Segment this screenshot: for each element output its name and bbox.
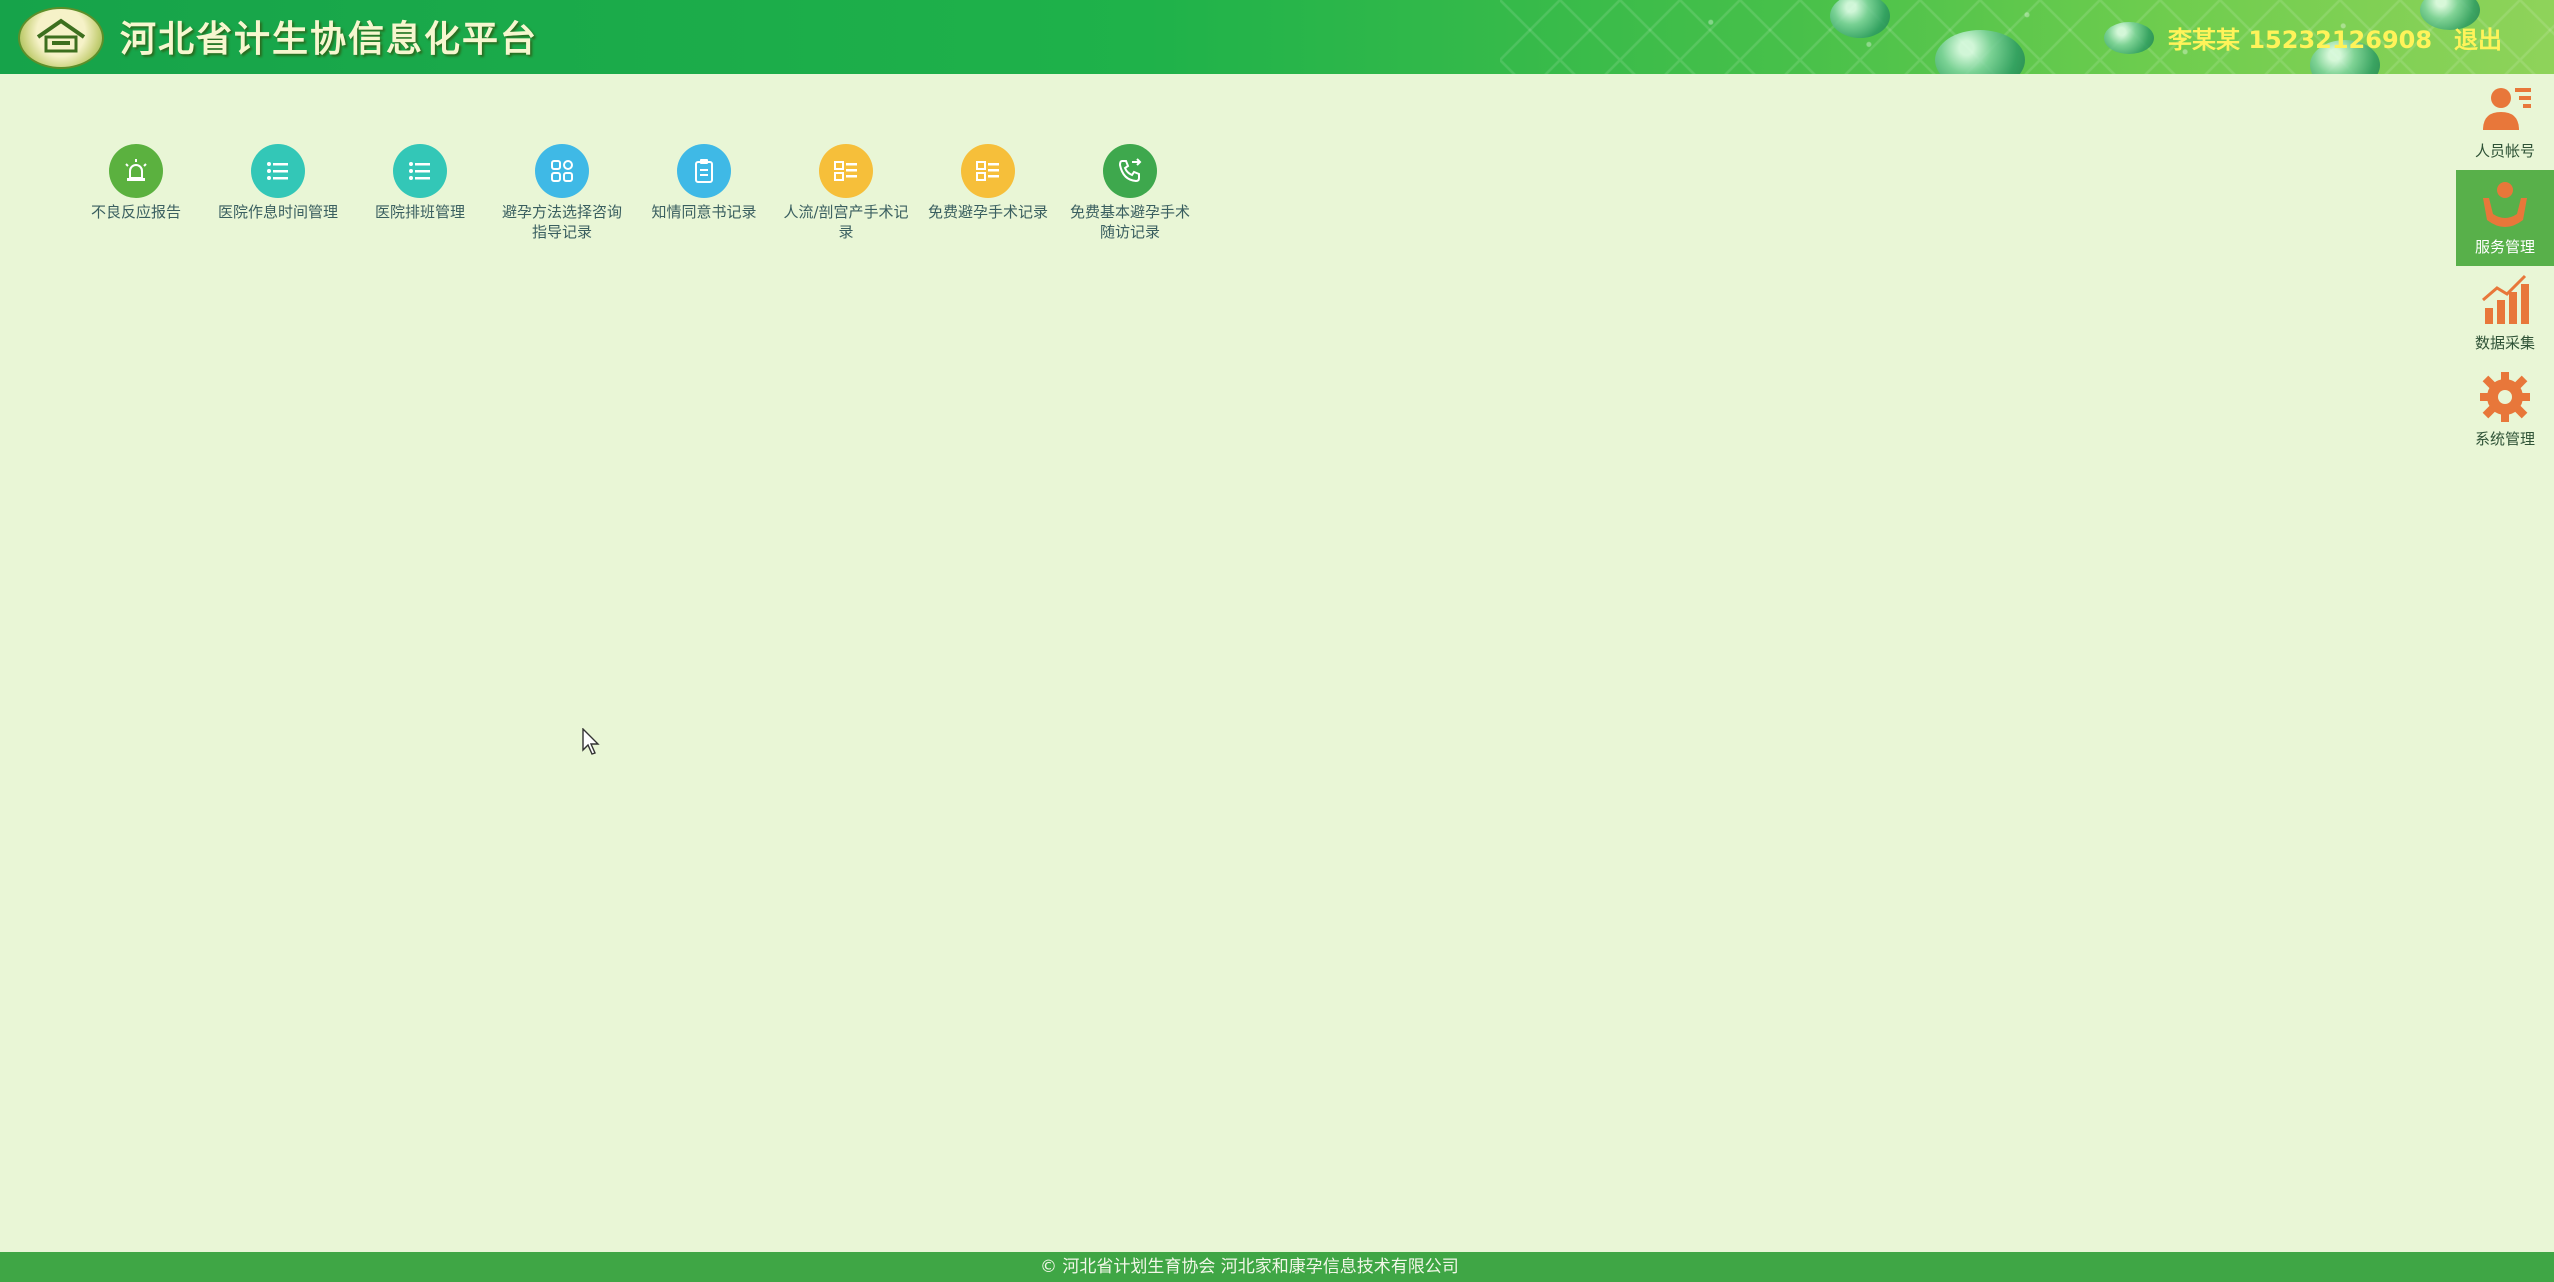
sidebar-item-service[interactable]: 服务管理 (2456, 170, 2554, 266)
page-title: 河北省计生协信息化平台 (120, 19, 539, 60)
logout-button[interactable]: 退出 (2454, 20, 2502, 55)
grid-icon (535, 144, 589, 198)
grid-item-label: 避孕方法选择咨询指导记录 (501, 203, 622, 241)
list-icon (393, 144, 447, 198)
clipboard-icon (677, 144, 731, 198)
grid-item-label: 知情同意书记录 (651, 203, 757, 221)
grid-item-label: 医院排班管理 (374, 203, 465, 221)
grid-item-label: 医院作息时间管理 (217, 203, 338, 221)
sidebar-label: 系统管理 (2474, 430, 2535, 448)
grid-item-shift-management[interactable]: 医院排班管理 (356, 144, 484, 222)
grid-item-abortion-record[interactable]: 人流/剖宫产手术记录 (782, 144, 910, 242)
phone-icon (1103, 144, 1157, 198)
grid-item-label: 不良反应报告 (90, 203, 181, 221)
grid-item-followup-record[interactable]: 免费基本避孕手术随访记录 (1066, 144, 1194, 242)
user-account-icon (2483, 88, 2531, 130)
grid-item-label: 免费基本避孕手术随访记录 (1069, 203, 1190, 241)
sidebar-item-accounts[interactable]: 人员帐号 (2456, 74, 2554, 170)
house-icon (36, 18, 86, 53)
footer: © 河北省计划生育协会 河北家和康孕信息技术有限公司 (0, 1252, 2554, 1282)
footer-copyright: © 河北省计划生育协会 河北家和康孕信息技术有限公司 (1040, 1257, 1459, 1277)
sidebar-label: 数据采集 (2474, 334, 2535, 352)
grid-item-label: 人流/剖宫产手术记录 (783, 203, 909, 241)
grid-item-work-schedule[interactable]: 医院作息时间管理 (214, 144, 342, 222)
bar-chart-icon (2482, 274, 2529, 324)
sidebar-label: 人员帐号 (2474, 142, 2535, 160)
user-info: 李某某 15232126908 (2168, 26, 2433, 54)
grid-item-adverse-reaction[interactable]: 不良反应报告 (72, 144, 200, 222)
list-icon (251, 144, 305, 198)
gear-icon (2480, 372, 2530, 422)
record-icon (819, 144, 873, 198)
app-logo (18, 7, 104, 69)
grid-item-contraception-consult[interactable]: 避孕方法选择咨询指导记录 (498, 144, 626, 242)
sidebar-label: 服务管理 (2474, 238, 2535, 256)
sidebar-item-data-collection[interactable]: 数据采集 (2456, 266, 2554, 362)
top-header: 河北省计生协信息化平台 李某某 15232126908 退出 (0, 0, 2554, 74)
grid-item-free-surgery-record[interactable]: 免费避孕手术记录 (924, 144, 1052, 222)
grid-item-consent-record[interactable]: 知情同意书记录 (640, 144, 768, 222)
service-hands-icon (2483, 182, 2527, 227)
mouse-cursor-icon (582, 728, 600, 755)
alarm-icon (109, 144, 163, 198)
sidebar-item-system[interactable]: 系统管理 (2456, 362, 2554, 458)
record-icon (961, 144, 1015, 198)
decor-bubble (2104, 22, 2154, 54)
grid-item-label: 免费避孕手术记录 (927, 203, 1048, 221)
